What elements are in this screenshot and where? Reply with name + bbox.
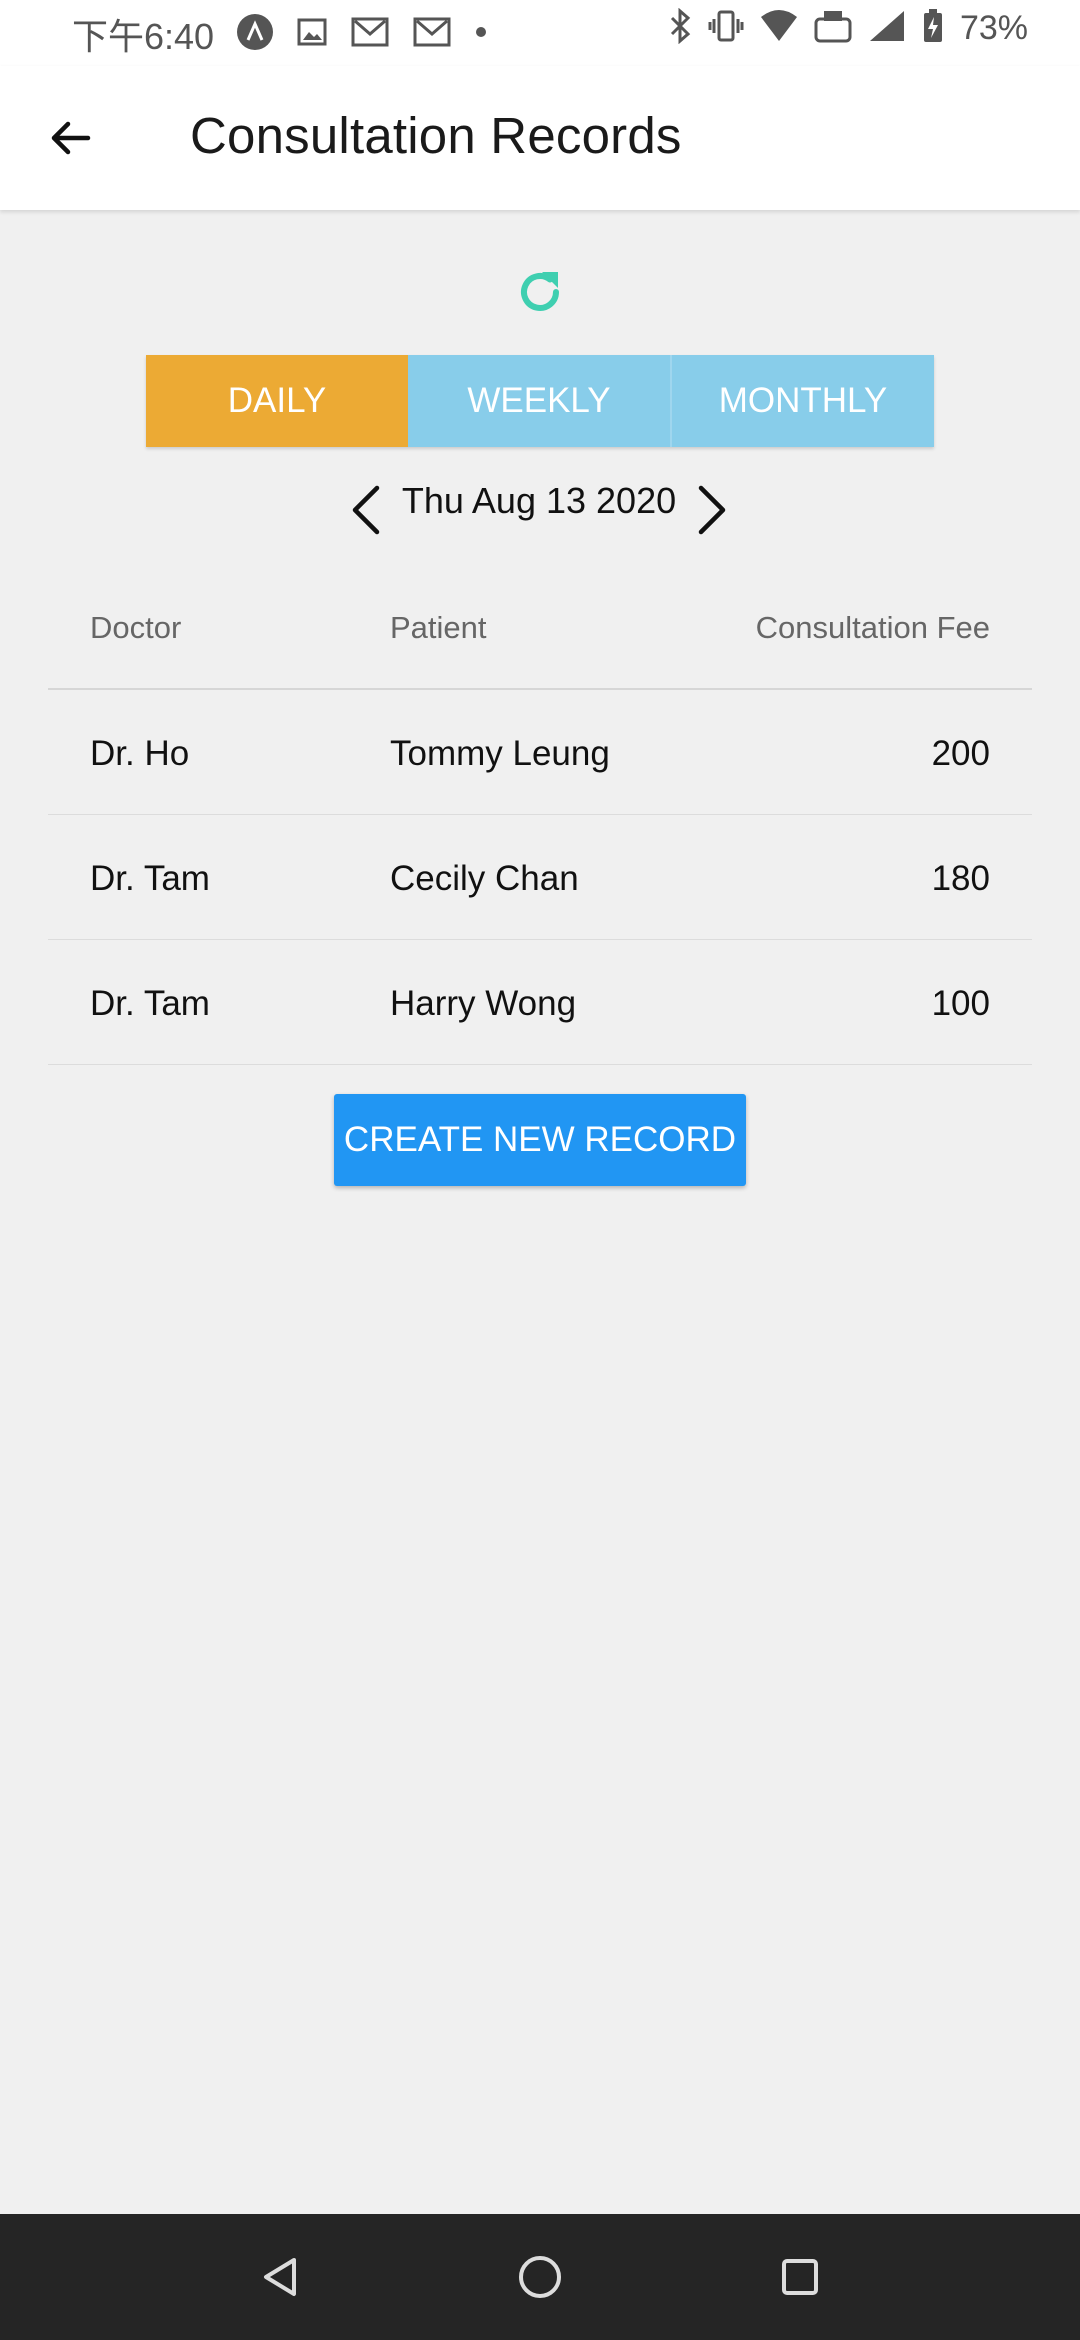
cell-patient: Cecily Chan bbox=[390, 859, 579, 898]
cell-fee: 100 bbox=[931, 984, 990, 1023]
back-triangle-icon bbox=[264, 2258, 296, 2296]
gmail-icon bbox=[350, 16, 390, 53]
refresh-icon bbox=[521, 272, 559, 311]
period-tabs: DAILY WEEKLY MONTHLY bbox=[146, 355, 934, 447]
cell-doctor: Dr. Tam bbox=[90, 984, 210, 1023]
status-left: 下午6:40 bbox=[72, 8, 488, 60]
signal-icon bbox=[868, 9, 906, 48]
cell-fee: 180 bbox=[931, 859, 990, 898]
wifi-icon bbox=[760, 9, 798, 48]
tab-monthly[interactable]: MONTHLY bbox=[672, 355, 934, 447]
status-time: 下午6:40 bbox=[72, 16, 215, 57]
current-date: Thu Aug 13 2020 bbox=[401, 480, 677, 521]
app-bar: Consultation Records bbox=[0, 66, 1080, 210]
gmail-icon bbox=[412, 16, 452, 53]
previous-date-button[interactable] bbox=[340, 482, 390, 538]
header-patient: Patient bbox=[390, 610, 487, 645]
dot-icon bbox=[474, 25, 488, 44]
cell-fee: 200 bbox=[931, 734, 990, 773]
system-navigation-bar bbox=[0, 2214, 1080, 2340]
header-doctor: Doctor bbox=[90, 610, 182, 645]
chevron-right-icon bbox=[698, 485, 726, 535]
tab-daily[interactable]: DAILY bbox=[146, 355, 408, 447]
date-navigation: Thu Aug 13 2020 bbox=[0, 472, 1080, 542]
table-header: Doctor Patient Consultation Fee bbox=[48, 580, 1032, 690]
battery-percentage: 73% bbox=[959, 9, 1028, 47]
records-table: Doctor Patient Consultation Fee Dr. Ho T… bbox=[48, 580, 1032, 1065]
cell-patient: Harry Wong bbox=[390, 984, 577, 1023]
recents-square-icon bbox=[782, 2259, 818, 2295]
cell-patient: Tommy Leung bbox=[390, 734, 610, 773]
table-row[interactable]: Dr. Tam Harry Wong 100 bbox=[48, 940, 1032, 1065]
table-row[interactable]: Dr. Tam Cecily Chan 180 bbox=[48, 815, 1032, 940]
status-bar: 下午6:40 73% bbox=[0, 0, 1080, 66]
nav-back-button[interactable] bbox=[250, 2247, 310, 2307]
home-circle-icon bbox=[519, 2256, 561, 2298]
refresh-button[interactable] bbox=[510, 262, 570, 322]
app-icon bbox=[236, 13, 274, 56]
tab-weekly[interactable]: WEEKLY bbox=[408, 355, 672, 447]
cell-doctor: Dr. Ho bbox=[90, 734, 190, 773]
arrow-left-icon bbox=[51, 121, 91, 155]
table-row[interactable]: Dr. Ho Tommy Leung 200 bbox=[48, 690, 1032, 815]
cell-doctor: Dr. Tam bbox=[90, 859, 210, 898]
volte-icon bbox=[814, 9, 852, 48]
status-right: 73% bbox=[668, 7, 1028, 49]
header-consultation-fee: Consultation Fee bbox=[755, 610, 990, 645]
vibrate-icon bbox=[708, 9, 744, 48]
image-icon bbox=[296, 16, 328, 53]
nav-recents-button[interactable] bbox=[770, 2247, 830, 2307]
chevron-left-icon bbox=[352, 485, 380, 535]
back-button[interactable] bbox=[30, 102, 110, 174]
nav-home-button[interactable] bbox=[510, 2247, 570, 2307]
page-title: Consultation Records bbox=[190, 107, 682, 164]
create-new-record-button[interactable]: CREATE NEW RECORD bbox=[334, 1094, 746, 1186]
battery-charging-icon bbox=[922, 8, 944, 49]
bluetooth-icon bbox=[668, 7, 692, 49]
next-date-button[interactable] bbox=[688, 482, 738, 538]
